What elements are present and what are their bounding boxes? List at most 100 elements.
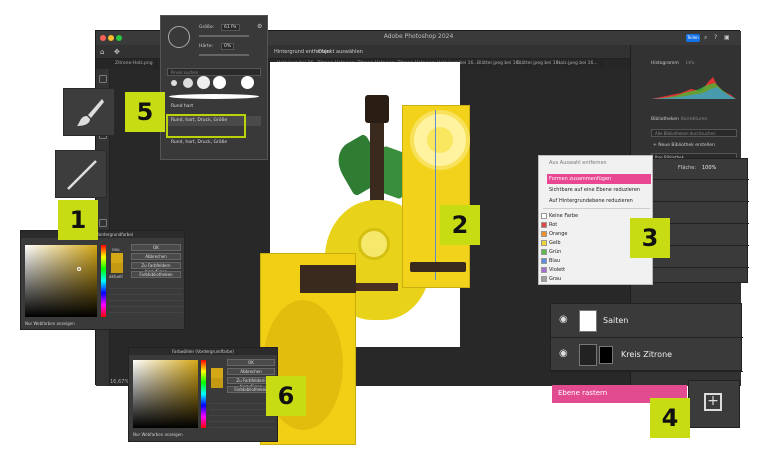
line-tool-callout [55,150,107,198]
web-colors-only-checkbox[interactable]: Nur Webfarben anzeigen [25,321,75,326]
color-picker-dialog: Farbwähler (Vordergrundfarbe) OK Abbrech… [128,347,278,442]
lemon-slice-center [427,127,453,153]
size-value[interactable]: 61 Px [221,24,240,31]
brush-search-input[interactable]: Pinsel suchen [167,68,261,76]
brush-stroke-preview [169,94,259,99]
add-swatch-button[interactable]: Zu Farbfeldern hinzufügen [131,262,181,274]
lemon-slice-soundhole [358,228,390,260]
violet-swatch [541,267,547,273]
current-color-swatch [211,378,223,388]
blue-swatch [541,258,547,264]
brush-angle-preview[interactable] [168,26,190,48]
cancel-button[interactable]: Abbrechen [227,368,275,375]
brush-tool-callout [63,88,115,136]
layers-list: ◉ Saiten ◉ Kreis Zitrone [550,303,743,372]
layer-row[interactable]: ◉ Saiten [551,304,743,338]
current-color-swatch [111,263,123,273]
hardness-value[interactable]: 0% [221,43,235,50]
opacity-value[interactable]: 100% [702,165,716,171]
step-badge: 5 [125,92,165,132]
library-search-input[interactable]: Alle Bibliotheken durchsuchen [651,129,737,137]
search-icon[interactable]: ⌕ [704,34,707,42]
visibility-eye-icon[interactable]: ◉ [559,348,568,359]
layer-row[interactable]: ◉ Kreis Zitrone [551,338,743,372]
color-gray[interactable]: Grau [539,274,654,284]
hue-slider[interactable] [201,360,206,428]
color-picker-dialog: Farbwähler (Vordergrundfarbe) neu aktuel… [20,230,185,330]
document-tab[interactable]: Holz.jpeg bei 16... [554,60,602,68]
yellow-swatch [541,240,547,246]
workspace-icon[interactable]: ▣ [724,34,730,41]
color-field[interactable] [25,245,97,317]
select-subject-button[interactable]: Objekt auswählen [318,49,363,55]
color-value-fields[interactable] [109,283,183,317]
document-tab[interactable]: Zitrone-Holz.png [112,60,157,68]
brush-preset-large[interactable] [197,76,210,89]
hardness-label: Härte: [199,44,214,49]
help-icon[interactable]: ? [714,34,717,41]
new-label: neu [112,247,120,252]
new-color-swatch [211,368,223,378]
step-badge: 4 [650,398,690,438]
add-layer-icon[interactable]: + [704,393,722,411]
brush-icon [77,99,104,126]
context-item-merge-visible[interactable]: Sichtbare auf eine Ebene reduzieren [539,185,654,195]
orange-swatch [541,231,547,237]
layer-name[interactable]: Saiten [603,316,628,325]
home-icon[interactable]: ⌂ [100,48,104,56]
layer-name[interactable]: Kreis Zitrone [621,350,672,359]
dialog-title: Farbwähler (Vordergrundfarbe) [129,348,277,355]
context-item-remove[interactable]: Aus Auswahl entfernen [539,158,654,168]
green-swatch [541,249,547,255]
brush-list-item[interactable]: Rund hart [167,102,261,112]
share-button[interactable]: Teilen [686,34,700,42]
step-badge: 1 [58,200,98,240]
histogram-graph [651,77,736,99]
brush-preset-hard[interactable] [213,76,226,89]
red-swatch [541,222,547,228]
opacity-label: Fläche: [678,165,697,171]
dialog-title: Farbwähler (Vordergrundfarbe) [21,231,184,238]
guitar-bridge [410,262,466,272]
histogram-tab[interactable]: Histogramm [651,61,679,66]
info-tab[interactable]: Info [686,61,695,66]
step-badge: 3 [630,218,670,258]
zoom-readout: 16,67% [110,379,130,385]
hue-slider[interactable] [101,245,106,317]
size-slider[interactable] [199,35,249,37]
new-library-button[interactable]: + Neue Bibliothek erstellen [653,143,715,148]
color-libraries-button[interactable]: Farbbibliotheken [131,271,181,278]
ok-button[interactable]: OK [131,244,181,251]
layer-thumbnail [579,344,597,366]
cancel-button[interactable]: Abbrechen [131,253,181,260]
brush-preset-medium[interactable] [183,78,193,88]
brush-list-item[interactable]: Rund, hart, Druck, Größe [167,138,261,148]
step-badge: 2 [440,205,480,245]
color-field[interactable] [133,360,198,428]
settings-icon[interactable]: ⚙ [257,23,262,30]
move-tool-icon[interactable] [99,75,107,83]
context-item-flatten[interactable]: Auf Hintergrundebene reduzieren [539,196,654,206]
adjustments-tab[interactable]: Korrekturen [681,117,707,122]
layer-mask-thumbnail [599,346,613,364]
web-colors-only-checkbox[interactable]: Nur Webfarben anzeigen [133,432,183,437]
rasterize-label: Ebene rastern [558,389,608,397]
guitar-headstock [365,95,389,123]
context-item-merge-shapes[interactable]: Formen zusammenfügen [539,174,654,184]
layer-thumbnail [579,310,597,332]
visibility-eye-icon[interactable]: ◉ [559,314,568,325]
menu-divider [543,208,650,209]
no-color-swatch [541,213,547,219]
libraries-tab[interactable]: Bibliotheken [651,117,679,122]
brush-preset-round[interactable] [241,76,254,89]
brush-preset-picker: Größe: 61 Px ⚙ Härte: 0% Pinsel suchen R… [160,15,268,160]
brush-preset-small[interactable] [171,80,177,86]
guitar-bridge [300,265,356,293]
selection-highlight [166,114,246,138]
hardness-slider[interactable] [199,54,249,56]
brush-tool-icon[interactable] [99,219,107,227]
move-tool-icon[interactable]: ✥ [114,48,120,56]
color-cursor[interactable] [77,267,81,271]
tutorial-collage: Adobe Photoshop 2024 Teilen ⌕ ? ▣ ⌂ ✥ Hi… [0,0,770,465]
ok-button[interactable]: OK [227,359,275,366]
